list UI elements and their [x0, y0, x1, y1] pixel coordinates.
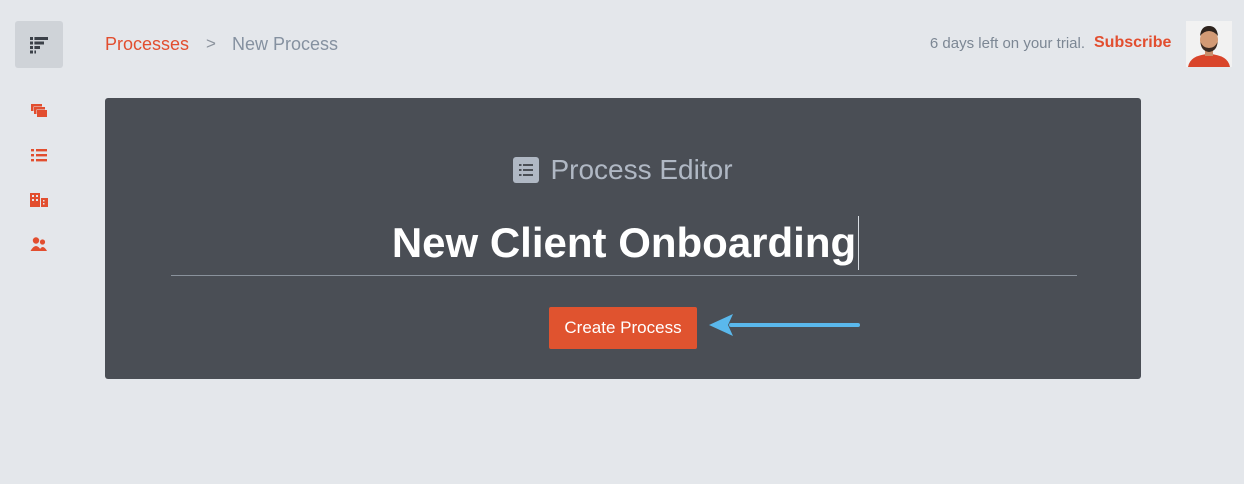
create-process-button[interactable]: Create Process [549, 307, 697, 349]
app-menu-button[interactable] [15, 21, 63, 68]
sidebar-item-organizations[interactable] [29, 190, 49, 210]
callout-arrow-icon [709, 314, 860, 336]
list-icon [513, 157, 540, 183]
breadcrumb-current: New Process [231, 33, 339, 54]
breadcrumb: Processes > New Process [105, 33, 338, 55]
editor-heading-text: Process Editor [550, 154, 733, 185]
text-caret [858, 216, 859, 270]
app-root: Processes > New Process 6 days left on y… [0, 0, 1244, 484]
process-title-input[interactable] [171, 210, 1077, 276]
sidebar-item-checklists[interactable] [29, 145, 49, 165]
sidebar-item-processes[interactable] [29, 100, 49, 120]
buildings-icon [30, 193, 48, 207]
users-icon [30, 237, 47, 251]
trial-notice: 6 days left on your trial. [929, 35, 1085, 52]
breadcrumb-processes-link[interactable]: Processes [105, 34, 189, 55]
sidebar-item-people[interactable] [29, 234, 49, 254]
process-editor-panel: Process Editor Create Process [105, 98, 1141, 379]
checklist-icon [31, 149, 47, 162]
editor-heading: Process Editor [105, 154, 1141, 186]
avatar-image [1186, 21, 1232, 67]
user-avatar[interactable] [1186, 21, 1232, 67]
subscribe-link[interactable]: Subscribe [1094, 34, 1171, 52]
breadcrumb-separator: > [206, 34, 216, 53]
app-menu-icon [30, 36, 48, 53]
processes-stack-icon [31, 104, 48, 117]
